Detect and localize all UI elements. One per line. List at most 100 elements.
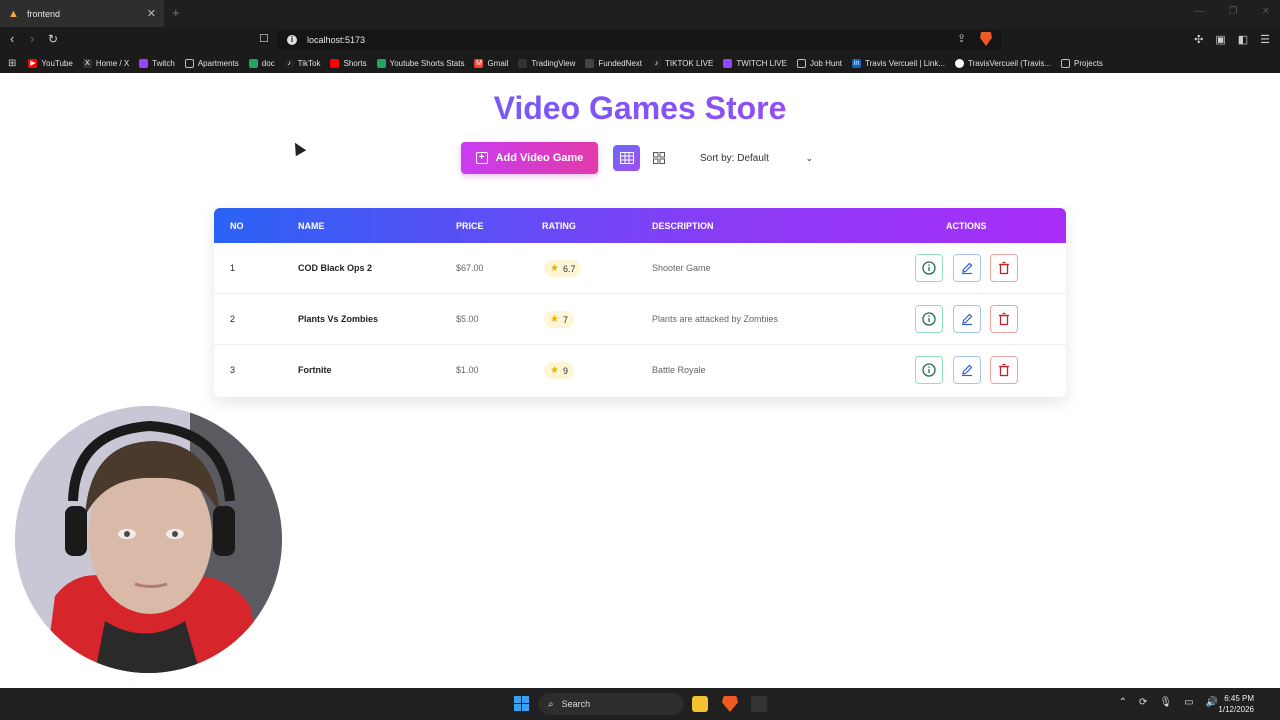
clock-time: 6:45 PM bbox=[1224, 694, 1254, 703]
bookmark-item[interactable]: Apartments bbox=[184, 58, 239, 68]
window-controls: — ❐ ✕ bbox=[1195, 6, 1270, 17]
column-rating: RATING bbox=[542, 221, 576, 231]
webcam-person-image bbox=[15, 406, 282, 673]
clock-date: 1/12/2026 bbox=[1218, 705, 1254, 714]
bookmark-item[interactable]: TravisVercueil (Travis... bbox=[955, 58, 1051, 68]
add-button-label: Add Video Game bbox=[495, 152, 584, 164]
rating-badge: ★ 9 bbox=[544, 362, 574, 379]
bookmark-item[interactable]: TWITCH LIVE bbox=[723, 58, 787, 68]
info-button[interactable] bbox=[915, 305, 943, 333]
trash-icon bbox=[999, 363, 1009, 377]
app-favicon-icon: ▲ bbox=[8, 7, 19, 20]
linkedin-icon: in bbox=[852, 58, 862, 68]
game-description: Plants are attacked by Zombies bbox=[652, 314, 779, 324]
info-icon bbox=[922, 261, 936, 275]
back-icon[interactable]: ‹ bbox=[10, 32, 14, 46]
webcam-overlay bbox=[15, 406, 282, 673]
bookmark-item[interactable]: Job Hunt bbox=[796, 58, 842, 68]
file-explorer-icon[interactable] bbox=[692, 696, 708, 712]
close-tab-icon[interactable]: ✕ bbox=[147, 7, 156, 20]
chevron-up-icon[interactable]: ⌃ bbox=[1119, 697, 1127, 708]
share-icon[interactable]: ⇪ bbox=[957, 32, 966, 45]
maximize-icon[interactable]: ❐ bbox=[1229, 6, 1238, 17]
plus-icon: + bbox=[475, 152, 488, 164]
bookmark-item[interactable]: X Home / X bbox=[82, 58, 129, 68]
info-button[interactable] bbox=[915, 356, 943, 384]
column-actions: ACTIONS bbox=[946, 221, 987, 231]
table-view-toggle[interactable] bbox=[613, 145, 640, 171]
menu-icon[interactable]: ☰ bbox=[1260, 33, 1270, 46]
info-icon bbox=[922, 363, 936, 377]
search-icon: ⌕ bbox=[548, 698, 554, 710]
windows-start-icon[interactable] bbox=[514, 696, 529, 711]
browser-menu-area: ✣ ▣ ◧ ☰ bbox=[1194, 33, 1270, 46]
bookmark-item[interactable]: ♪ TikTok bbox=[284, 58, 320, 68]
taskbar-clock[interactable]: 6:45 PM 1/12/2026 bbox=[1218, 693, 1254, 715]
close-window-icon[interactable]: ✕ bbox=[1262, 6, 1270, 17]
forward-icon[interactable]: › bbox=[30, 32, 34, 46]
rating-value: 7 bbox=[562, 314, 568, 325]
column-description: DESCRIPTION bbox=[652, 221, 714, 231]
info-icon bbox=[922, 312, 936, 326]
tiktok-icon: ♪ bbox=[652, 58, 661, 68]
bookmark-icon[interactable]: ☐ bbox=[259, 32, 269, 46]
add-video-game-button[interactable]: + Add Video Game bbox=[461, 142, 598, 174]
edit-button[interactable] bbox=[953, 356, 981, 384]
grid-view-toggle[interactable] bbox=[645, 145, 672, 171]
windows-taskbar: ⌕ Search ⌃ ⟳ 🎙 ▭ 🔊 6:45 PM 1/12/2026 bbox=[0, 688, 1280, 720]
wallet-icon[interactable]: ▣ bbox=[1215, 33, 1225, 46]
fundednext-icon bbox=[585, 58, 595, 68]
bookmark-item[interactable]: FundedNext bbox=[585, 58, 642, 68]
bookmark-item[interactable]: Twitch bbox=[139, 58, 175, 68]
game-price: $1.00 bbox=[456, 365, 479, 375]
bookmark-item[interactable]: TradingView bbox=[518, 58, 575, 68]
gmail-icon: M bbox=[474, 58, 484, 68]
trash-icon bbox=[999, 261, 1009, 275]
extensions-icon[interactable]: ✣ bbox=[1194, 33, 1203, 46]
game-price: $5.00 bbox=[456, 314, 479, 324]
table-row: 2 Plants Vs Zombies $5.00 ★ 7 Plants are… bbox=[214, 294, 1066, 345]
rating-badge: ★ 6.7 bbox=[544, 260, 582, 277]
table-header: NO NAME PRICE RATING DESCRIPTION ACTIONS bbox=[214, 208, 1066, 243]
bookmark-item[interactable]: Projects bbox=[1061, 58, 1103, 68]
site-info-icon[interactable]: i bbox=[287, 35, 297, 45]
brave-browser-icon[interactable] bbox=[722, 696, 738, 712]
apps-grid-icon[interactable]: ⊞ bbox=[8, 58, 16, 69]
url-text: localhost:5173 bbox=[307, 35, 366, 45]
bookmark-item[interactable]: ♪ TIKTOK LIVE bbox=[652, 58, 713, 68]
edit-button[interactable] bbox=[953, 305, 981, 333]
info-button[interactable] bbox=[915, 254, 943, 282]
rating-badge: ★ 7 bbox=[544, 311, 574, 328]
bookmark-item[interactable]: in Travis Vercueil | Link... bbox=[852, 58, 945, 68]
bookmark-item[interactable]: M Gmail bbox=[474, 58, 508, 68]
volume-icon[interactable]: 🔊 bbox=[1206, 697, 1218, 708]
new-tab-button[interactable]: + bbox=[172, 5, 180, 20]
edit-button[interactable] bbox=[953, 254, 981, 282]
reload-icon[interactable]: ↻ bbox=[48, 32, 58, 46]
pencil-icon bbox=[962, 262, 973, 275]
microphone-icon[interactable]: 🎙 bbox=[1159, 697, 1172, 708]
delete-button[interactable] bbox=[990, 356, 1018, 384]
column-no: NO bbox=[230, 221, 244, 231]
table-row: 1 COD Black Ops 2 $67.00 ★ 6.7 Shooter G… bbox=[214, 243, 1066, 294]
tab-frontend[interactable]: ▲ frontend ✕ bbox=[0, 0, 164, 27]
app-icon[interactable] bbox=[751, 696, 767, 712]
tiktok-icon: ♪ bbox=[284, 58, 294, 68]
address-bar[interactable]: i localhost:5173 bbox=[277, 30, 1001, 50]
monitor-icon[interactable]: ▭ bbox=[1184, 697, 1193, 708]
delete-button[interactable] bbox=[990, 305, 1018, 333]
sort-select[interactable]: Sort by: Default ⌄ bbox=[694, 147, 819, 169]
sidebar-icon[interactable]: ◧ bbox=[1238, 33, 1248, 46]
bookmark-item[interactable]: Youtube Shorts Stats bbox=[376, 58, 464, 68]
bookmark-item[interactable]: Shorts bbox=[330, 58, 367, 68]
sync-icon[interactable]: ⟳ bbox=[1139, 697, 1147, 708]
game-description: Shooter Game bbox=[652, 263, 711, 273]
pencil-icon bbox=[962, 313, 973, 326]
grid-view-icon bbox=[652, 152, 665, 164]
delete-button[interactable] bbox=[990, 254, 1018, 282]
taskbar-search[interactable]: ⌕ Search bbox=[538, 693, 684, 715]
minimize-icon[interactable]: — bbox=[1195, 6, 1205, 17]
pencil-icon bbox=[962, 364, 973, 377]
bookmark-item[interactable]: doc bbox=[248, 58, 275, 68]
bookmark-item[interactable]: ▶ YouTube bbox=[28, 58, 73, 68]
